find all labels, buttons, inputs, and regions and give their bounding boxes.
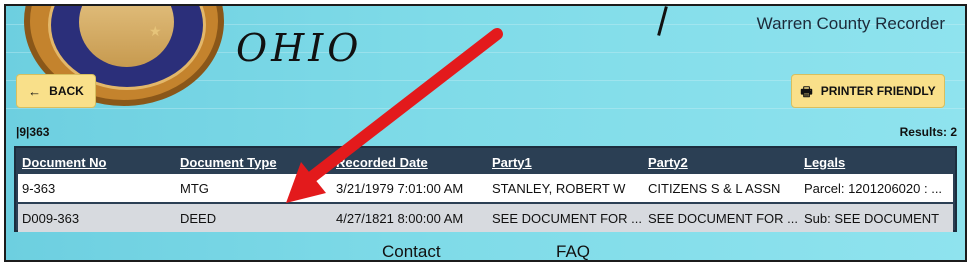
column-header-party1[interactable]: Party1 (488, 155, 644, 170)
results-table: Document No Document Type Recorded Date … (14, 146, 957, 232)
table-row[interactable]: 9-363 MTG 3/21/1979 7:01:00 AM STANLEY, … (18, 174, 953, 202)
recorded-date-cell: 4/27/1821 8:00:00 AM (336, 210, 464, 226)
column-header-legals[interactable]: Legals (800, 155, 950, 170)
document-no-cell[interactable]: 9-363 (18, 181, 176, 196)
column-header-recorded-date[interactable]: Recorded Date (332, 155, 488, 170)
footer-links: Contact FAQ (6, 242, 965, 260)
decorative-stroke (657, 6, 668, 36)
faq-link[interactable]: FAQ (556, 242, 590, 260)
star-icon: ★ (149, 23, 162, 39)
back-button-label: BACK (49, 84, 84, 98)
recorded-date-cell: 3/21/1979 7:01:00 AM (336, 180, 464, 196)
document-type-cell: DEED (180, 210, 217, 226)
ohio-script-text: OHIO (236, 26, 363, 70)
page-title: Warren County Recorder (756, 14, 945, 33)
background-texture-line (6, 108, 965, 109)
document-no-cell[interactable]: D009-363 (18, 211, 176, 226)
search-query: |9|363 (16, 125, 50, 139)
printer-friendly-label: PRINTER FRIENDLY (820, 84, 936, 98)
party1-cell: SEE DOCUMENT FOR ... (492, 210, 642, 226)
table-header-row: Document No Document Type Recorded Date … (18, 150, 953, 174)
party1-cell: STANLEY, ROBERT W (492, 180, 626, 196)
legals-cell: Parcel: 1201206020 : ... (804, 180, 943, 196)
legals-cell: Sub: SEE DOCUMENT (804, 210, 940, 226)
results-summary: |9|363 Results: 2 (16, 122, 957, 142)
printer-friendly-button[interactable]: 🖶 PRINTER FRIENDLY (791, 74, 945, 108)
contact-link[interactable]: Contact (382, 242, 441, 260)
document-type-cell: MTG (180, 180, 209, 196)
column-header-document-no[interactable]: Document No (18, 155, 176, 170)
back-button[interactable]: ← BACK (16, 74, 96, 108)
party2-cell: SEE DOCUMENT FOR ... (648, 210, 798, 226)
page-frame: ★ OHIO Warren County Recorder ← BACK 🖶 P… (4, 4, 967, 262)
table-row[interactable]: D009-363 DEED 4/27/1821 8:00:00 AM SEE D… (18, 204, 953, 232)
results-count: Results: 2 (899, 125, 957, 139)
printer-icon: 🖶 (800, 83, 813, 99)
column-header-party2[interactable]: Party2 (644, 155, 800, 170)
column-header-document-type[interactable]: Document Type (176, 155, 332, 170)
arrow-left-icon: ← (28, 83, 42, 99)
party2-cell: CITIZENS S & L ASSN (648, 180, 781, 196)
